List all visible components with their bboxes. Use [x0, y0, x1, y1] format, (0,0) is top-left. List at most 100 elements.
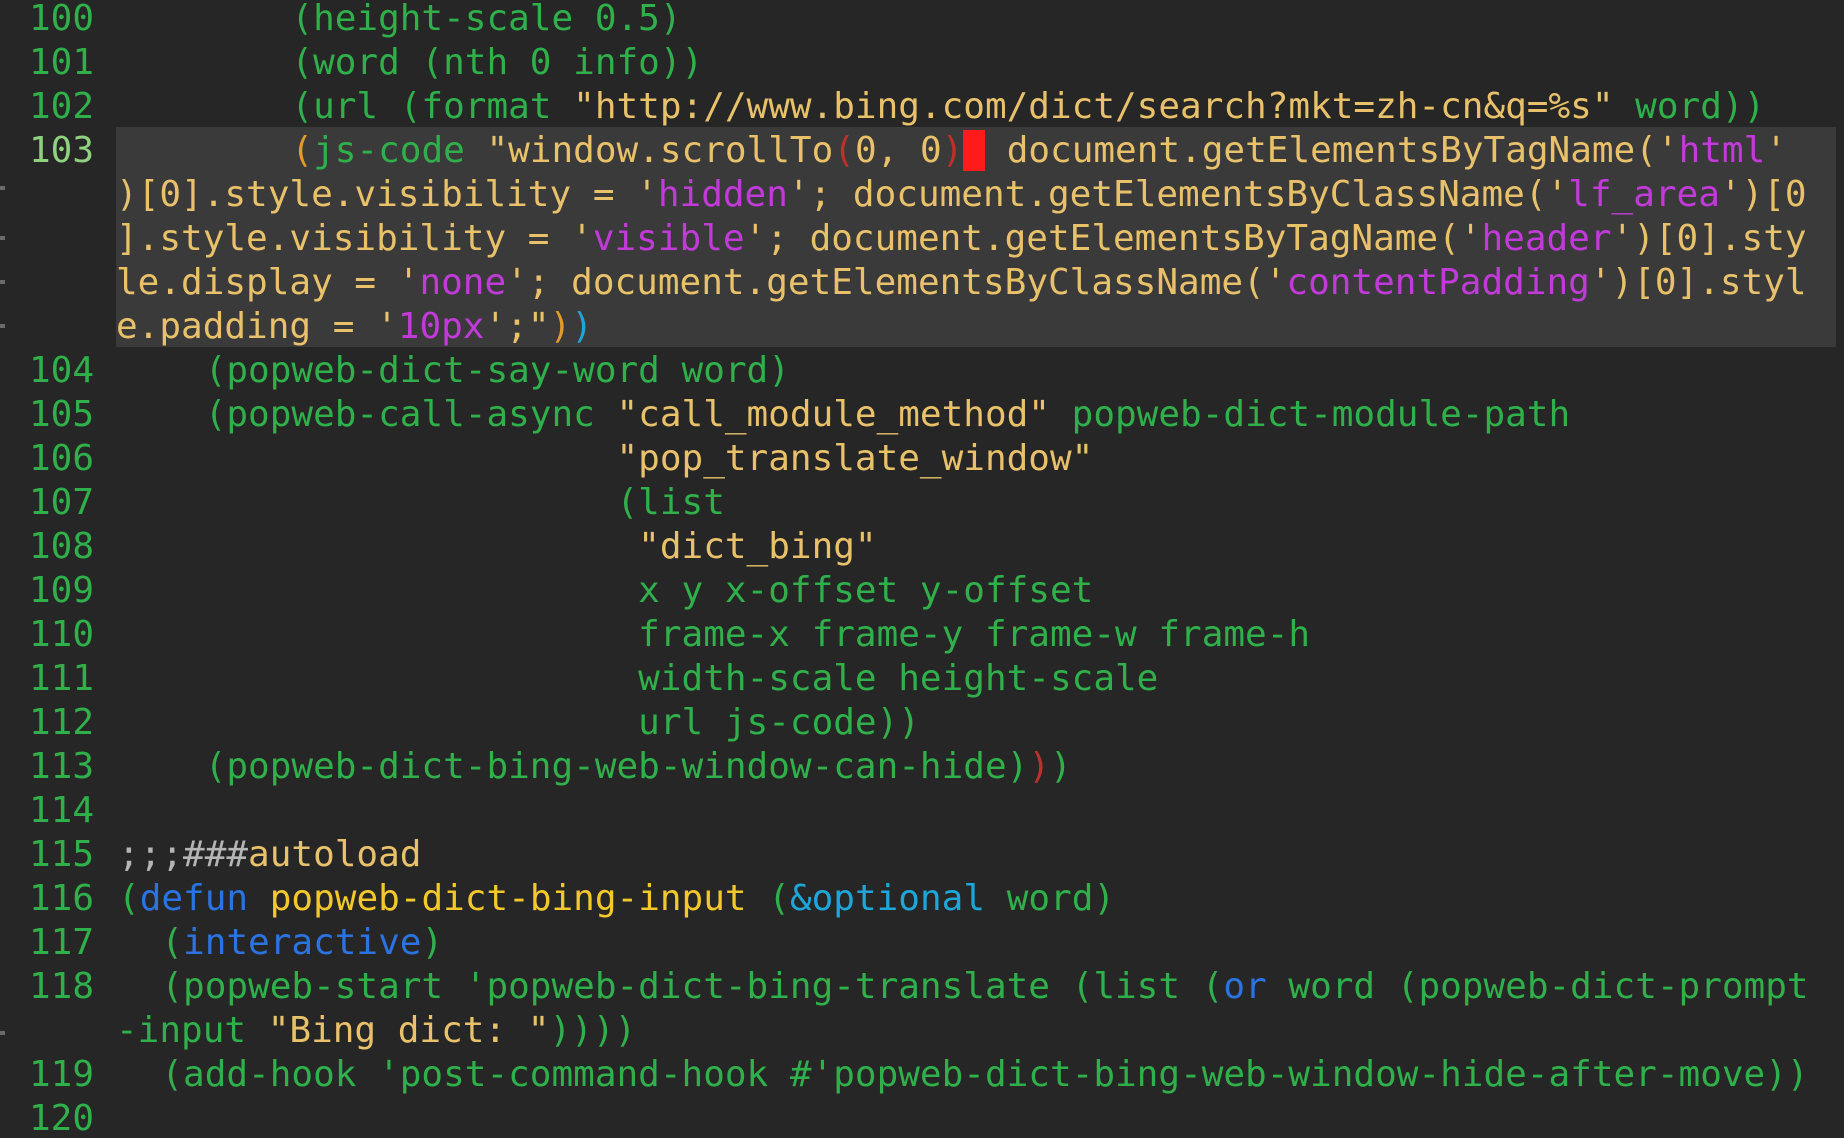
line-code: (popweb-dict-say-word word)	[118, 349, 790, 393]
code-line[interactable]: 116 (defun popweb-dict-bing-input (&optio…	[0, 877, 1844, 921]
code-token: 10px	[397, 306, 485, 347]
code-line[interactable]: 102 (url (format "http://www.bing.com/di…	[0, 85, 1844, 129]
code-token: e.padding = '	[116, 306, 398, 347]
code-line[interactable]: 109 x y x-offset y-offset	[0, 569, 1844, 613]
code-line[interactable]: 119 (add-hook 'post-command-hook #'popwe…	[0, 1053, 1844, 1097]
line-code: le.display = 'none'; document.getElement…	[116, 261, 1807, 305]
code-token: '; document.getElementsByClassName('	[787, 174, 1569, 215]
code-token: &optional	[789, 878, 986, 919]
line-code: -input "Bing dict: "))))	[116, 1009, 636, 1053]
line-number: 118	[28, 966, 94, 1007]
code-token: (	[118, 878, 140, 919]
code-token: 0, 0	[854, 130, 942, 171]
code-token: interactive	[183, 922, 422, 963]
code-line[interactable]: 106 "pop_translate_window"	[0, 437, 1844, 481]
code-token: '; document.getElementsByClassName('	[506, 262, 1287, 303]
line-number: 102	[28, 86, 94, 127]
code-line[interactable]: 120	[0, 1097, 1844, 1138]
code-line[interactable]: 117 (interactive)	[0, 921, 1844, 965]
code-line[interactable]: 112 url js-code))	[0, 701, 1844, 745]
code-token: ].style.visibility = '	[116, 218, 593, 259]
line-number: 106	[28, 438, 94, 479]
line-code: (defun popweb-dict-bing-input (&optional…	[118, 877, 1115, 921]
code-token: popweb-dict-bing-input	[269, 878, 747, 919]
code-line[interactable]: 103 (js-code "window.scrollTo(0, 0); doc…	[0, 129, 1844, 173]
line-number: 103	[28, 130, 94, 171]
code-token: or	[1223, 966, 1267, 1007]
code-token: (popweb-start 'popweb-dict-bing-translat…	[118, 966, 1224, 1007]
code-token: (url (format	[291, 86, 574, 127]
code-line[interactable]: 101 (word (nth 0 info))	[0, 41, 1844, 85]
code-token: (add-hook 'post-command-hook #'popweb-di…	[118, 1054, 1809, 1095]
line-code: e.padding = '10px';"))	[116, 305, 593, 349]
code-token: ;;;###	[118, 834, 249, 875]
line-number: 101	[28, 42, 94, 83]
code-token: )	[549, 306, 572, 347]
code-line[interactable]: 110 frame-x frame-y frame-w frame-h	[0, 613, 1844, 657]
code-token: "http://www.bing.com/dict/search?mkt=zh-…	[573, 86, 1614, 127]
line-number: 113	[28, 746, 94, 787]
code-token: url js-code))	[118, 702, 920, 743]
code-line[interactable]: 114	[0, 789, 1844, 833]
code-line[interactable]: 108 "dict_bing"	[0, 525, 1844, 569]
code-token: word (popweb-dict-prompt	[1266, 966, 1809, 1007]
line-code: (height-scale 0.5)	[118, 0, 681, 41]
code-line[interactable]: 105 (popweb-call-async "call_module_meth…	[0, 393, 1844, 437]
line-number: 117	[28, 922, 94, 963]
code-line[interactable]: 111 width-scale height-scale	[0, 657, 1844, 701]
code-token: -input	[116, 1010, 268, 1051]
code-token: word)	[985, 878, 1116, 919]
code-token: defun	[139, 878, 249, 919]
code-token: js-code	[313, 130, 487, 171]
code-line[interactable]: 100 (height-scale 0.5)	[0, 0, 1844, 41]
line-number: 115	[28, 834, 94, 875]
code-token: )	[571, 306, 593, 347]
code-token: width-scale height-scale	[118, 658, 1159, 699]
line-code: (popweb-start 'popweb-dict-bing-translat…	[118, 965, 1809, 1009]
code-token: )[0].style.visibility = '	[116, 174, 658, 215]
line-code: "dict_bing"	[118, 525, 877, 569]
code-token: ';"	[484, 306, 550, 347]
line-number: 104	[28, 350, 94, 391]
code-token: hidden	[657, 174, 788, 215]
code-token: frame-x frame-y frame-w frame-h	[118, 614, 1311, 655]
line-code: (word (nth 0 info))	[118, 41, 703, 85]
code-line-continuation[interactable]: le.display = 'none'; document.getElement…	[0, 261, 1844, 305]
code-token: "window.scrollTo	[486, 130, 834, 171]
line-code: (popweb-call-async "call_module_method" …	[118, 393, 1570, 437]
code-editor[interactable]: 100 (height-scale 0.5) 101 (word (nth 0 i…	[0, 0, 1844, 1138]
code-token: "dict_bing"	[638, 526, 877, 567]
line-code: (url (format "http://www.bing.com/dict/s…	[118, 85, 1765, 129]
line-number: 119	[28, 1054, 94, 1095]
code-line[interactable]: 107 (list	[0, 481, 1844, 525]
code-line-continuation[interactable]: -input "Bing dict: "))))	[0, 1009, 1844, 1053]
line-code: (js-code "window.scrollTo(0, 0); documen…	[118, 129, 1787, 173]
code-line[interactable]: 118 (popweb-start 'popweb-dict-bing-tran…	[0, 965, 1844, 1009]
line-code: width-scale height-scale	[118, 657, 1158, 701]
line-number: 114	[28, 790, 94, 831]
code-token: "pop_translate_window"	[616, 438, 1094, 479]
code-token: x y x-offset y-offset	[118, 570, 1094, 611]
code-token: ')[0].sty	[1611, 218, 1807, 259]
code-line-continuation[interactable]: ].style.visibility = 'visible'; document…	[0, 217, 1844, 261]
code-token: "Bing dict: "	[267, 1010, 550, 1051]
code-token: le.display = '	[116, 262, 420, 303]
code-line-continuation[interactable]: e.padding = '10px';"))	[0, 305, 1844, 349]
code-token: (list	[118, 482, 725, 523]
code-line-continuation[interactable]: )[0].style.visibility = 'hidden'; docume…	[0, 173, 1844, 217]
code-token: (	[118, 922, 184, 963]
code-line[interactable]: 115 ;;;###autoload	[0, 833, 1844, 877]
code-token: (popweb-call-async	[118, 394, 617, 435]
code-token: ')[0].styl	[1589, 262, 1807, 303]
line-code: url js-code))	[118, 701, 920, 745]
text-cursor: ;	[963, 130, 986, 171]
code-token: visible	[592, 218, 745, 259]
line-code: x y x-offset y-offset	[118, 569, 1093, 613]
code-line[interactable]: 113 (popweb-dict-bing-web-window-can-hid…	[0, 745, 1844, 789]
code-line[interactable]: 104 (popweb-dict-say-word word)	[0, 349, 1844, 393]
